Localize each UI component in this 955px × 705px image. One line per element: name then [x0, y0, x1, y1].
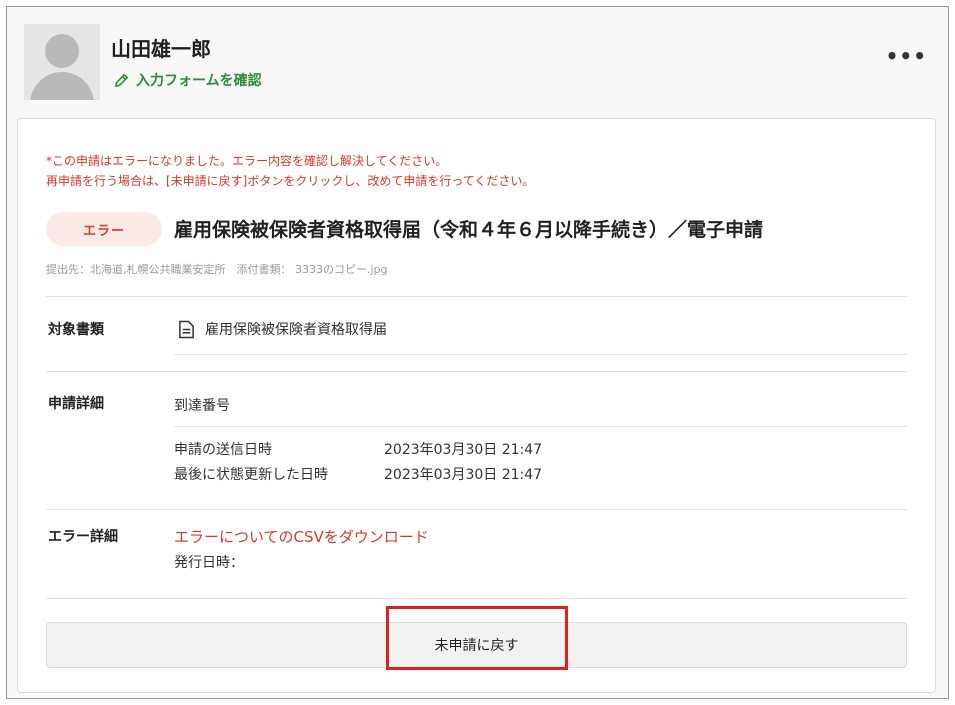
- revert-to-unsubmitted-button[interactable]: 未申請に戻す: [46, 622, 907, 668]
- status-badge: エラー: [46, 212, 162, 246]
- user-name: 山田雄一郎: [111, 37, 211, 61]
- issue-date-label: 発行日時：: [174, 555, 244, 571]
- submission-info: 提出先：北海道,札幌公共職業安定所 添付書類： 3333のコピー.jpg: [46, 263, 388, 276]
- target-docs-label: 対象書類: [48, 322, 104, 338]
- avatar-body-shape: [30, 72, 94, 100]
- divider: [174, 354, 907, 355]
- target-document-item: 雇用保険被保険者資格取得届: [178, 319, 387, 339]
- application-panel: 山田雄一郎 入力フォームを確認 ••• *この申請はエラーになりました。エラー内…: [6, 6, 949, 699]
- avatar-head-shape: [45, 34, 79, 68]
- error-details-label: エラー詳細: [48, 529, 118, 545]
- details-label: 申請詳細: [48, 396, 104, 412]
- divider: [46, 296, 907, 297]
- application-card: *この申請はエラーになりました。エラー内容を確認し解決してください。 再申請を行…: [17, 118, 936, 693]
- sent-datetime-value: 2023年03月30日 21:47: [384, 442, 543, 458]
- divider: [46, 509, 907, 510]
- error-message-line1: *この申請はエラーになりました。エラー内容を確認し解決してください。: [46, 154, 448, 168]
- divider: [46, 371, 907, 372]
- sent-datetime-label: 申請の送信日時: [174, 442, 272, 458]
- updated-datetime-label: 最後に状態更新した日時: [174, 467, 328, 483]
- arrival-number-label: 到達番号: [174, 398, 230, 414]
- csv-download-link[interactable]: エラーについてのCSVをダウンロード: [174, 526, 429, 547]
- application-title: 雇用保険被保険者資格取得届（令和４年６月以降手続き）／電子申請: [174, 219, 764, 241]
- avatar: [24, 24, 100, 100]
- divider: [174, 426, 907, 427]
- confirm-form-link[interactable]: 入力フォームを確認: [113, 70, 262, 90]
- divider: [46, 598, 907, 599]
- target-document-name: 雇用保険被保険者資格取得届: [205, 322, 387, 338]
- document-icon: [179, 320, 194, 338]
- error-message-line2: 再申請を行う場合は、[未申請に戻す]ボタンをクリックし、改めて申請を行ってくださ…: [46, 174, 535, 188]
- updated-datetime-value: 2023年03月30日 21:47: [384, 467, 543, 483]
- more-options-icon[interactable]: •••: [886, 46, 927, 66]
- pencil-icon: [115, 73, 128, 87]
- error-message: *この申請はエラーになりました。エラー内容を確認し解決してください。 再申請を行…: [46, 151, 534, 191]
- confirm-form-label: 入力フォームを確認: [136, 73, 262, 89]
